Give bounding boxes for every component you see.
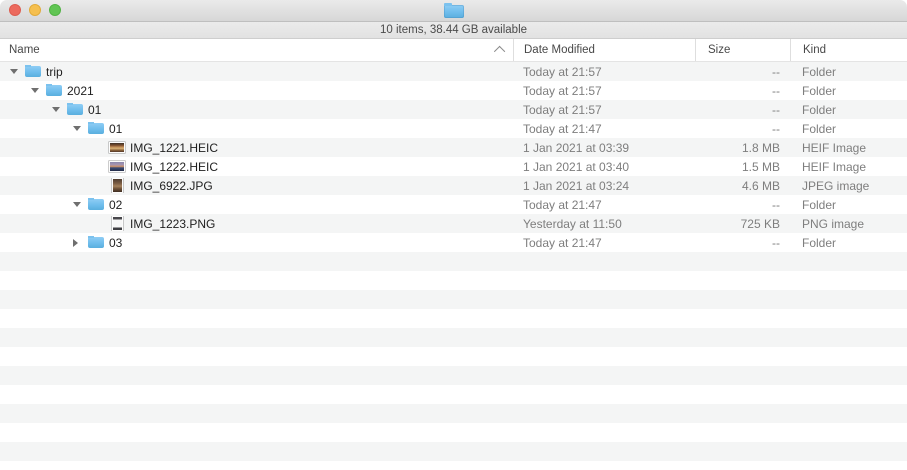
kind-cell: Folder (790, 65, 907, 79)
size-cell: 1.8 MB (695, 141, 790, 155)
kind-cell: HEIF Image (790, 160, 907, 174)
column-header-date-modified[interactable]: Date Modified (513, 39, 695, 61)
file-name: IMG_1221.HEIC (130, 141, 218, 155)
date-modified-cell: Today at 21:57 (513, 65, 695, 79)
table-row[interactable]: IMG_1222.HEIC 1 Jan 2021 at 03:40 1.5 MB… (0, 157, 907, 176)
kind-cell: PNG image (790, 217, 907, 231)
size-cell: -- (695, 103, 790, 117)
disclosure-triangle[interactable] (73, 239, 88, 247)
image-thumbnail (112, 178, 123, 193)
date-modified-cell: 1 Jan 2021 at 03:24 (513, 179, 695, 193)
minimize-button[interactable] (29, 4, 41, 16)
column-header-name[interactable]: Name (0, 39, 513, 61)
kind-cell: Folder (790, 84, 907, 98)
column-header-row: Name Date Modified Size Kind (0, 39, 907, 62)
column-header-size[interactable]: Size (695, 39, 790, 61)
folder-icon (88, 237, 104, 248)
disclosure-triangle[interactable] (52, 107, 67, 112)
date-modified-cell: Today at 21:47 (513, 122, 695, 136)
table-row[interactable]: trip Today at 21:57 -- Folder (0, 62, 907, 81)
table-row[interactable]: IMG_6922.JPG 1 Jan 2021 at 03:24 4.6 MB … (0, 176, 907, 195)
close-button[interactable] (9, 4, 21, 16)
kind-cell: JPEG image (790, 179, 907, 193)
folder-icon (88, 199, 104, 210)
folder-icon (67, 104, 83, 115)
table-row[interactable]: 2021 Today at 21:57 -- Folder (0, 81, 907, 100)
column-header-kind-label: Kind (803, 44, 826, 56)
image-thumbnail (109, 142, 125, 153)
table-row[interactable]: IMG_1223.PNG Yesterday at 11:50 725 KB P… (0, 214, 907, 233)
file-name: 03 (109, 236, 122, 250)
date-modified-cell: Today at 21:47 (513, 236, 695, 250)
table-row[interactable]: IMG_1221.HEIC 1 Jan 2021 at 03:39 1.8 MB… (0, 138, 907, 157)
table-row[interactable]: 01 Today at 21:47 -- Folder (0, 119, 907, 138)
date-modified-cell: Yesterday at 11:50 (513, 217, 695, 231)
file-name: IMG_1222.HEIC (130, 160, 218, 174)
file-name: 2021 (67, 84, 94, 98)
size-cell: -- (695, 236, 790, 250)
file-name: trip (46, 65, 63, 79)
sort-ascending-icon (494, 46, 505, 57)
file-list: trip Today at 21:57 -- Folder 2021 Today… (0, 62, 907, 470)
date-modified-cell: Today at 21:57 (513, 84, 695, 98)
image-thumbnail (109, 161, 125, 172)
date-modified-cell: 1 Jan 2021 at 03:39 (513, 141, 695, 155)
column-header-kind[interactable]: Kind (790, 39, 907, 61)
disclosure-triangle[interactable] (10, 69, 25, 74)
folder-icon (88, 123, 104, 134)
date-modified-cell: 1 Jan 2021 at 03:40 (513, 160, 695, 174)
image-thumbnail (112, 216, 123, 231)
zoom-button[interactable] (49, 4, 61, 16)
table-row[interactable]: 02 Today at 21:47 -- Folder (0, 195, 907, 214)
file-name: 02 (109, 198, 122, 212)
window-proxy-icon[interactable] (444, 3, 464, 18)
disclosure-triangle[interactable] (31, 88, 46, 93)
disclosure-triangle[interactable] (73, 126, 88, 131)
kind-cell: Folder (790, 122, 907, 136)
kind-cell: HEIF Image (790, 141, 907, 155)
file-name: IMG_6922.JPG (130, 179, 213, 193)
size-cell: -- (695, 122, 790, 136)
column-header-name-label: Name (9, 44, 40, 56)
size-cell: 4.6 MB (695, 179, 790, 193)
traffic-lights (9, 4, 61, 16)
status-text: 10 items, 38.44 GB available (380, 24, 527, 36)
date-modified-cell: Today at 21:47 (513, 198, 695, 212)
finder-window: 10 items, 38.44 GB available Name Date M… (0, 0, 907, 470)
status-bar: 10 items, 38.44 GB available (0, 22, 907, 39)
table-row[interactable]: 01 Today at 21:57 -- Folder (0, 100, 907, 119)
size-cell: -- (695, 198, 790, 212)
file-name: IMG_1223.PNG (130, 217, 215, 231)
size-cell: 725 KB (695, 217, 790, 231)
folder-icon (25, 66, 41, 77)
column-header-date-label: Date Modified (524, 44, 595, 56)
folder-icon (46, 85, 62, 96)
kind-cell: Folder (790, 236, 907, 250)
date-modified-cell: Today at 21:57 (513, 103, 695, 117)
folder-icon (444, 5, 464, 18)
disclosure-triangle[interactable] (73, 202, 88, 207)
kind-cell: Folder (790, 103, 907, 117)
table-row[interactable]: 03 Today at 21:47 -- Folder (0, 233, 907, 252)
file-name: 01 (109, 122, 122, 136)
file-name: 01 (88, 103, 101, 117)
title-bar[interactable] (0, 0, 907, 22)
column-header-size-label: Size (708, 44, 730, 56)
size-cell: -- (695, 84, 790, 98)
size-cell: -- (695, 65, 790, 79)
kind-cell: Folder (790, 198, 907, 212)
size-cell: 1.5 MB (695, 160, 790, 174)
